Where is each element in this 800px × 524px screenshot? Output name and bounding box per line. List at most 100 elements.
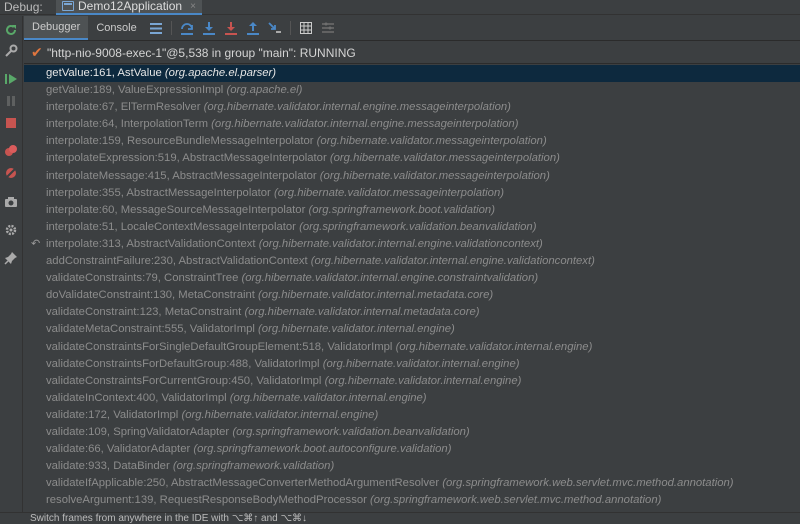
frame-package: (org.hibernate.validator.internal.engine… xyxy=(258,237,543,250)
frame-row[interactable]: validateMetaConstraint:555, ValidatorImp… xyxy=(24,321,800,338)
drop-frame-icon: ↶ xyxy=(31,237,41,250)
mute-breakpoints-icon[interactable] xyxy=(3,165,19,181)
frame-package: (org.hibernate.validator.internal.engine… xyxy=(229,391,427,404)
frame-method: addConstraintFailure:230, AbstractValida… xyxy=(46,255,308,268)
frame-package: (org.springframework.validation) xyxy=(172,460,335,473)
pin-icon[interactable] xyxy=(3,250,19,266)
frame-package: (org.springframework.validation.beanvali… xyxy=(232,425,470,438)
running-check-icon: ✔ xyxy=(31,44,43,60)
view-breakpoints-icon[interactable] xyxy=(3,143,19,159)
frame-package: (org.apache.el) xyxy=(226,84,303,97)
frame-method: validateMetaConstraint:555, ValidatorImp… xyxy=(46,323,255,336)
frame-method: interpolate:67, ElTermResolver xyxy=(46,101,201,114)
frame-method: validateIfApplicable:250, AbstractMessag… xyxy=(46,477,440,490)
frame-row[interactable]: validate:109, SpringValidatorAdapter (or… xyxy=(24,424,800,441)
step-over-icon[interactable] xyxy=(176,16,198,40)
frame-row[interactable]: validate:66, ValidatorAdapter (org.sprin… xyxy=(24,441,800,458)
frame-row[interactable]: interpolate:51, LocaleContextMessageInte… xyxy=(24,219,800,236)
frame-row[interactable]: interpolateExpression:519, AbstractMessa… xyxy=(24,150,800,167)
debugger-toolbar: Debugger Console xyxy=(24,16,800,41)
frame-package: (org.springframework.validation.beanvali… xyxy=(299,220,537,233)
frame-row[interactable]: interpolate:60, MessageSourceMessageInte… xyxy=(24,202,800,219)
debug-title-bar: Debug: Demo12Application × xyxy=(0,0,800,15)
frame-row[interactable]: getValue:189, ValueExpressionImpl (org.a… xyxy=(24,82,800,99)
frame-row[interactable]: resolveArgument:139, RequestResponseBody… xyxy=(24,492,800,509)
step-out-icon[interactable] xyxy=(242,16,264,40)
frame-row[interactable]: validateIfApplicable:250, AbstractMessag… xyxy=(24,475,800,492)
frame-method: interpolate:159, ResourceBundleMessageIn… xyxy=(46,135,314,148)
frame-row[interactable]: interpolate:159, ResourceBundleMessageIn… xyxy=(24,133,800,150)
tab-debugger[interactable]: Debugger xyxy=(24,16,89,40)
application-icon xyxy=(62,1,74,11)
gear-icon[interactable] xyxy=(3,222,19,238)
frame-method: validateConstraintsForCurrentGroup:450, … xyxy=(46,374,322,387)
debug-label: Debug: xyxy=(4,0,43,14)
frame-row[interactable]: validate:172, ValidatorImpl (org.hiberna… xyxy=(24,407,800,424)
tab-console[interactable]: Console xyxy=(88,16,144,40)
run-config-label: Demo12Application xyxy=(78,0,183,13)
frame-package: (org.hibernate.validator.messageinterpol… xyxy=(319,169,550,182)
frame-method: interpolateMessage:415, AbstractMessageI… xyxy=(46,169,317,182)
frame-package: (org.hibernate.validator.messageinterpol… xyxy=(273,186,505,199)
frame-method: interpolate:51, LocaleContextMessageInte… xyxy=(46,220,296,233)
frame-row[interactable]: validateConstraint:123, MetaConstraint (… xyxy=(24,304,800,321)
frame-row[interactable]: validate:933, DataBinder (org.springfram… xyxy=(24,458,800,475)
run-to-cursor-icon[interactable] xyxy=(264,16,286,40)
trace-icon[interactable] xyxy=(317,16,339,40)
frame-package: (org.hibernate.validator.internal.engine… xyxy=(211,118,519,131)
frame-method: validate:172, ValidatorImpl xyxy=(46,408,179,421)
frame-row[interactable]: validateConstraints:79, ConstraintTree (… xyxy=(24,270,800,287)
frame-method: validateConstraint:123, MetaConstraint xyxy=(46,306,242,319)
frame-method: validate:66, ValidatorAdapter xyxy=(46,443,191,456)
frame-row[interactable]: addConstraintFailure:230, AbstractValida… xyxy=(24,253,800,270)
frame-method: interpolate:60, MessageSourceMessageInte… xyxy=(46,203,306,216)
frame-method: validate:933, DataBinder xyxy=(46,460,170,473)
frame-package: (org.hibernate.validator.internal.engine… xyxy=(324,374,522,387)
frame-method: doValidateConstraint:130, MetaConstraint xyxy=(46,289,255,302)
frame-package: (org.hibernate.validator.internal.metada… xyxy=(258,289,494,302)
frame-method: validateInContext:400, ValidatorImpl xyxy=(46,391,227,404)
stop-icon[interactable] xyxy=(3,115,19,131)
settings-icon[interactable] xyxy=(3,43,19,59)
close-tab-icon[interactable]: × xyxy=(190,1,196,12)
rerun-icon[interactable] xyxy=(3,22,19,38)
status-hint: Switch frames from anywhere in the IDE w… xyxy=(30,513,308,524)
force-step-into-icon[interactable] xyxy=(220,16,242,40)
camera-icon[interactable] xyxy=(3,194,19,210)
frame-row[interactable]: ↶ interpolate:313, AbstractValidationCont… xyxy=(24,236,800,253)
list-icon[interactable] xyxy=(145,16,167,40)
frame-row[interactable]: validateConstraintsForSingleDefaultGroup… xyxy=(24,339,800,356)
frame-package: (org.hibernate.validator.internal.engine… xyxy=(181,408,379,421)
left-debug-toolbar xyxy=(0,16,23,512)
frame-row[interactable]: interpolate:67, ElTermResolver (org.hibe… xyxy=(24,99,800,116)
frame-package: (org.hibernate.validator.messageinterpol… xyxy=(329,152,560,165)
thread-label: "http-nio-9008-exec-1"@5,538 in group "m… xyxy=(47,45,356,60)
frame-package: (org.springframework.web.servlet.mvc.met… xyxy=(442,477,734,490)
evaluate-icon[interactable] xyxy=(295,16,317,40)
frames-list[interactable]: getValue:161, AstValue (org.apache.el.pa… xyxy=(24,65,800,512)
thread-selector[interactable]: ✔ "http-nio-9008-exec-1"@5,538 in group … xyxy=(24,42,800,64)
frame-package: (org.apache.el.parser) xyxy=(164,67,277,79)
frame-row[interactable]: getValue:161, AstValue (org.apache.el.pa… xyxy=(24,65,800,83)
frame-method: validateConstraintsForDefaultGroup:488, … xyxy=(46,357,320,370)
frame-method: resolveArgument:139, RequestResponseBody… xyxy=(46,494,367,507)
frame-package: (org.hibernate.validator.internal.engine… xyxy=(395,340,593,353)
frame-method: getValue:189, ValueExpressionImpl xyxy=(46,84,224,97)
toolbar-separator xyxy=(170,21,172,35)
pause-icon[interactable] xyxy=(3,93,19,109)
frame-row[interactable]: doValidateConstraint:130, MetaConstraint… xyxy=(24,287,800,304)
frame-row[interactable]: interpolateMessage:415, AbstractMessageI… xyxy=(24,168,800,185)
frame-package: (org.hibernate.validator.messageinterpol… xyxy=(316,135,547,148)
frame-row[interactable]: validateInContext:400, ValidatorImpl (or… xyxy=(24,390,800,407)
frame-row[interactable]: validateConstraintsForCurrentGroup:450, … xyxy=(24,373,800,390)
frame-package: (org.hibernate.validator.internal.engine… xyxy=(310,255,595,268)
run-config-tab[interactable]: Demo12Application × xyxy=(56,0,202,15)
frame-row[interactable]: interpolate:355, AbstractMessageInterpol… xyxy=(24,185,800,202)
frame-row[interactable]: interpolate:64, InterpolationTerm (org.h… xyxy=(24,116,800,133)
frame-row[interactable]: validateConstraintsForDefaultGroup:488, … xyxy=(24,356,800,373)
resume-icon[interactable] xyxy=(3,71,19,87)
toolbar-separator xyxy=(289,21,291,35)
frame-method: validate:109, SpringValidatorAdapter xyxy=(46,425,230,438)
frame-package: (org.springframework.boot.validation) xyxy=(308,203,495,216)
step-into-icon[interactable] xyxy=(198,16,220,40)
